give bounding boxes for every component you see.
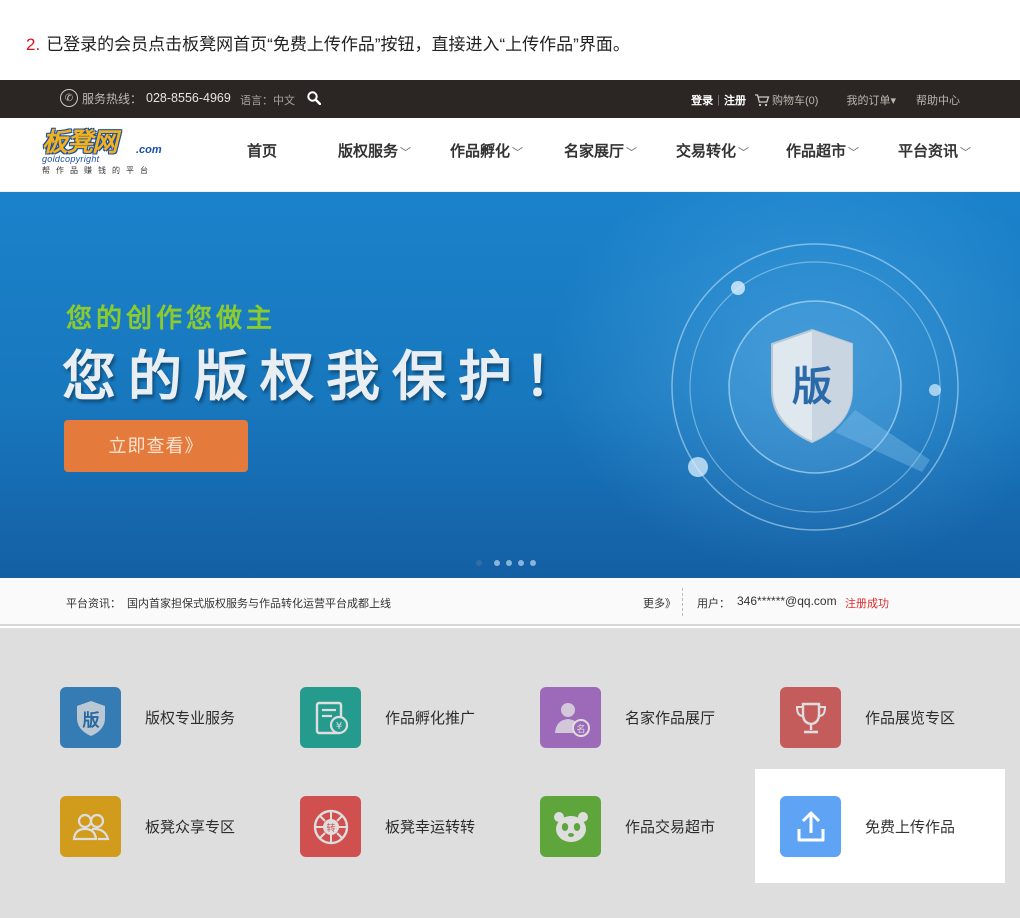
nav-item-copyright-service[interactable]: 版权服务 ﹀ bbox=[338, 140, 411, 161]
nav-item-trade[interactable]: 交易转化 ﹀ bbox=[676, 140, 749, 161]
svg-text:版: 版 bbox=[82, 710, 99, 731]
service-label: 作品展览专区 bbox=[865, 710, 956, 727]
master-avatar-icon: 名 bbox=[540, 687, 601, 748]
service-tile-free-upload[interactable]: 免费上传作品 bbox=[780, 796, 955, 857]
service-label: 版权专业服务 bbox=[145, 710, 236, 727]
nav-label: 交易转化 bbox=[676, 143, 737, 160]
service-label: 名家作品展厅 bbox=[625, 710, 716, 727]
svg-text:转: 转 bbox=[326, 822, 335, 834]
chevron-down-icon: ﹀ bbox=[626, 147, 638, 159]
language-selector[interactable]: 语言：中文 bbox=[240, 92, 295, 108]
chevron-down-icon: ﹀ bbox=[738, 147, 750, 159]
news-more-link[interactable]: 更多》 bbox=[643, 595, 676, 611]
service-tile-lucky-wheel[interactable]: 转 板凳幸运转转 bbox=[300, 796, 475, 857]
banner-slogan-big: 您的版权我保护！ bbox=[62, 347, 590, 407]
nav-item-home[interactable]: 首页 bbox=[247, 140, 277, 161]
news-label: 平台资讯： bbox=[66, 598, 121, 610]
hero-banner[interactable]: 您的创作您做主 您的版权我保护！ 立即查看》 版 bbox=[0, 192, 1020, 578]
news-ticker: 平台资讯： 国内首家担保式版权服务与作品转化运营平台成都上线 更多》 用户： 3… bbox=[0, 578, 1020, 626]
highlight-box: 免费上传作品 bbox=[755, 769, 1005, 883]
carousel-dot[interactable] bbox=[506, 560, 512, 566]
service-tile-masters[interactable]: 名 名家作品展厅 bbox=[540, 687, 715, 748]
carousel-dots bbox=[476, 560, 536, 566]
panda-icon bbox=[540, 796, 601, 857]
nav-item-masters-hall[interactable]: 名家展厅 ﹀ bbox=[564, 140, 637, 161]
cart-icon bbox=[755, 94, 770, 107]
emblem-char: 版 bbox=[792, 364, 832, 410]
view-now-button[interactable]: 立即查看》 bbox=[64, 420, 248, 472]
news-headline[interactable]: 国内首家担保式版权服务与作品转化运营平台成都上线 bbox=[127, 595, 391, 611]
nav-item-news[interactable]: 平台资讯 ﹀ bbox=[898, 140, 971, 161]
search-icon[interactable] bbox=[307, 91, 321, 105]
banner-slogan-small: 您的创作您做主 bbox=[66, 303, 277, 333]
step-number: 2. bbox=[26, 35, 41, 54]
nav-label: 名家展厅 bbox=[564, 143, 625, 160]
nav-label: 首页 bbox=[247, 143, 278, 160]
upload-icon bbox=[780, 796, 841, 857]
lucky-wheel-icon: 转 bbox=[300, 796, 361, 857]
trophy-icon bbox=[780, 687, 841, 748]
nav-item-incubation[interactable]: 作品孵化 ﹀ bbox=[450, 140, 523, 161]
login-link[interactable]: 登录 bbox=[691, 92, 713, 108]
user-label: 用户： bbox=[697, 598, 730, 610]
service-label: 作品孵化推广 bbox=[385, 710, 476, 727]
user-status: 注册成功 bbox=[845, 598, 889, 610]
hotline-label: 服务热线： bbox=[82, 91, 143, 106]
shield-ban-icon: 版 bbox=[60, 687, 121, 748]
service-label: 免费上传作品 bbox=[865, 819, 956, 836]
carousel-dot[interactable] bbox=[476, 560, 482, 566]
carousel-dot[interactable] bbox=[530, 560, 536, 566]
service-tile-market[interactable]: 作品交易超市 bbox=[540, 796, 715, 857]
chevron-down-icon: ﹀ bbox=[960, 147, 972, 159]
main-navbar: 板凳网 .com goldcopyright 帮作品赚钱的平台 首页 版权服务 ﹀… bbox=[0, 118, 1020, 192]
hotline-number: 028-8556-4969 bbox=[146, 91, 231, 105]
service-label: 板凳众享专区 bbox=[145, 819, 236, 836]
nav-label: 版权服务 bbox=[338, 143, 399, 160]
user-value: 346******@qq.com bbox=[737, 594, 837, 608]
top-utility-bar: ✆ 服务热线： 028-8556-4969 语言：中文 登录 | 注册 购物车(… bbox=[0, 80, 1020, 118]
service-tile-shared-zone[interactable]: 板凳众享专区 bbox=[60, 796, 235, 857]
site-logo[interactable]: 板凳网 .com goldcopyright 帮作品赚钱的平台 bbox=[42, 130, 166, 182]
nav-item-market[interactable]: 作品超市 ﹀ bbox=[786, 140, 859, 161]
nav-label: 作品孵化 bbox=[450, 143, 511, 160]
certificate-icon: ¥ bbox=[300, 687, 361, 748]
carousel-dot[interactable] bbox=[518, 560, 524, 566]
cart-link[interactable]: 购物车(0) bbox=[754, 92, 818, 108]
news-divider bbox=[682, 588, 683, 616]
service-tile-incubation[interactable]: ¥ 作品孵化推广 bbox=[300, 687, 475, 748]
logo-slogan: 帮作品赚钱的平台 bbox=[42, 166, 154, 175]
phone-icon: ✆ bbox=[60, 89, 78, 107]
nav-label: 平台资讯 bbox=[898, 143, 959, 160]
chevron-down-icon: ﹀ bbox=[512, 147, 524, 159]
service-label: 作品交易超市 bbox=[625, 819, 716, 836]
cart-label: 购物车(0) bbox=[772, 95, 819, 107]
hotline: ✆ 服务热线： 028-8556-4969 bbox=[60, 89, 231, 107]
svg-text:名: 名 bbox=[576, 723, 585, 735]
instruction-line: 2. 已登录的会员点击板凳网首页“免费上传作品”按钮，直接进入“上传作品”界面。 bbox=[26, 30, 630, 55]
service-tile-copyright[interactable]: 版 版权专业服务 bbox=[60, 687, 235, 748]
logo-dotcom: .com bbox=[136, 144, 162, 156]
register-link[interactable]: 注册 bbox=[724, 92, 746, 108]
divider: | bbox=[717, 94, 721, 106]
copyright-shield-emblem: 版 bbox=[671, 243, 959, 531]
svg-text:¥: ¥ bbox=[335, 721, 341, 732]
instruction-text: 已登录的会员点击板凳网首页“免费上传作品”按钮，直接进入“上传作品”界面。 bbox=[46, 35, 630, 54]
account-links: 登录 | 注册 购物车(0) 我的订单▾ 帮助中心 bbox=[691, 92, 960, 108]
chevron-down-icon: ﹀ bbox=[400, 147, 412, 159]
help-center-link[interactable]: 帮助中心 bbox=[916, 92, 960, 108]
nav-label: 作品超市 bbox=[786, 143, 847, 160]
service-tile-exhibition[interactable]: 作品展览专区 bbox=[780, 687, 955, 748]
chevron-down-icon: ﹀ bbox=[848, 147, 860, 159]
group-users-icon bbox=[60, 796, 121, 857]
carousel-dot[interactable] bbox=[494, 560, 500, 566]
service-label: 板凳幸运转转 bbox=[385, 819, 476, 836]
my-orders-dropdown[interactable]: 我的订单▾ bbox=[846, 92, 896, 108]
